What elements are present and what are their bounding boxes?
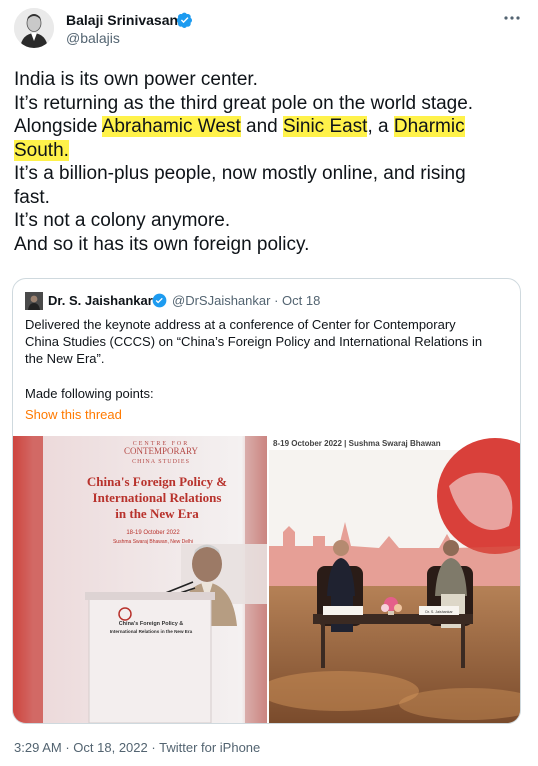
backdrop-banner-text: 8-19 October 2022 | Sushma Swaraj Bhawan (273, 439, 441, 448)
podium-text-line: China's Foreign Policy & (119, 621, 184, 627)
quoted-author-name[interactable]: Dr. S. Jaishankar (48, 293, 153, 308)
quoted-tweet-text: Delivered the keynote address at a confe… (25, 316, 509, 367)
quoted-verified-badge-icon (152, 293, 167, 308)
author-avatar[interactable] (14, 8, 54, 48)
banner-title-line: China's Foreign Policy & (87, 474, 227, 489)
tweet-line: It’s a billion-plus people, now mostly o… (14, 163, 466, 184)
highlighted-phrase: Abrahamic West (101, 116, 241, 137)
tweet-date[interactable]: Oct 18, 2022 (73, 740, 147, 755)
author-handle[interactable]: @balajis (66, 30, 120, 46)
tweet-line: It’s returning as the third great pole o… (14, 92, 474, 114)
tweet-line: India is its own power center. (14, 69, 258, 90)
tweet-text-segment: and (240, 116, 283, 137)
nameplate-right: Dr. S. Jaishankar (425, 610, 453, 614)
logo-line-bottom: CHINA STUDIES (132, 459, 190, 465)
tweet-text-segment: Alongside (14, 116, 102, 137)
quoted-text-line: China Studies (CCCS) on “China’s Foreign… (25, 334, 483, 349)
more-options-icon[interactable] (502, 8, 522, 33)
author-name[interactable]: Balaji Srinivasan (66, 12, 178, 28)
highlighted-phrase: Sinic East (282, 116, 368, 137)
tweet-line: It’s not a colony anymore. (14, 210, 231, 231)
tweet-footer: 3:29 AM · Oct 18, 2022 · Twitter for iPh… (14, 740, 260, 755)
highlighted-phrase: Dharmic (393, 116, 465, 137)
quoted-author-meta: @DrSJaishankar · Oct 18 (172, 293, 320, 308)
footer-separator: · (151, 740, 156, 755)
made-points-text: Made following points: (25, 386, 154, 401)
tweet-line: And so it has its own foreign policy. (14, 233, 310, 255)
logo-line-mid: CONTEMPORARY (124, 446, 199, 456)
tweet-text-segment: , a (367, 116, 394, 137)
banner-dates: 18-19 October 2022 (126, 530, 180, 536)
speaker-photo: CENTRE FOR CONTEMPORARY CHINA STUDIES Ch… (13, 436, 267, 723)
quoted-text-line: Delivered the keynote address at a confe… (25, 317, 456, 332)
banner-title-line: in the New Era (115, 506, 199, 521)
banner-title-line: International Relations (93, 490, 222, 505)
quoted-author-avatar[interactable] (25, 292, 43, 310)
tweet-source[interactable]: Twitter for iPhone (159, 740, 260, 755)
quoted-author-portrait-icon (25, 292, 43, 310)
highlighted-phrase: South. (14, 139, 69, 161)
quoted-author-handle[interactable]: @DrSJaishankar (172, 293, 270, 308)
footer-separator: · (65, 740, 70, 755)
podium-text-line: International Relations in the New Era (110, 629, 193, 634)
panel-photo: 8-19 October 2022 | Sushma Swaraj Bhawan (269, 436, 520, 723)
tweet-line: fast. (14, 186, 50, 208)
quoted-image-speaker[interactable]: CENTRE FOR CONTEMPORARY CHINA STUDIES Ch… (13, 436, 267, 723)
tweet-line: South. (14, 139, 530, 163)
tweet-time[interactable]: 3:29 AM (14, 740, 62, 755)
quoted-tweet-date[interactable]: Oct 18 (282, 293, 320, 308)
meta-separator: · (274, 293, 279, 308)
tweet-text: India is its own power center. It’s retu… (14, 68, 530, 256)
author-portrait-icon (14, 8, 54, 48)
verified-badge-icon (177, 12, 192, 28)
quoted-tweet-card[interactable]: Dr. S. Jaishankar @DrSJaishankar · Oct 1… (12, 278, 521, 724)
quoted-text-line: the New Era”. (25, 351, 105, 366)
show-thread-link[interactable]: Show this thread (25, 407, 122, 422)
quoted-image-panel[interactable]: 8-19 October 2022 | Sushma Swaraj Bhawan (269, 436, 520, 723)
tweet-line: Alongside Abrahamic West and Sinic East,… (14, 115, 530, 139)
